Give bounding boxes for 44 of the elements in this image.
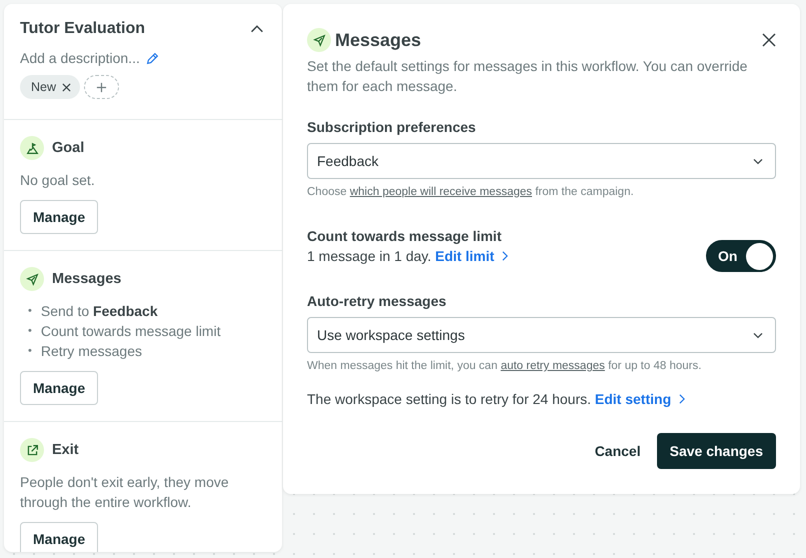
limit-toggle[interactable]: On — [706, 240, 776, 272]
section-title: Goal — [52, 140, 84, 156]
hint-link[interactable]: which people will receive messages — [350, 186, 532, 198]
edit-setting-link[interactable]: Edit setting — [594, 389, 690, 409]
panel-title: Messages — [335, 30, 422, 50]
workflow-title: Tutor Evaluation — [20, 20, 146, 38]
section-text: No goal set. — [20, 171, 96, 190]
tag-label: New — [31, 80, 56, 94]
manage-button[interactable]: Manage — [20, 200, 98, 234]
plus-icon — [96, 82, 108, 92]
description-placeholder[interactable]: Add a description... — [20, 50, 140, 66]
section-text: People don't exit early, they move through the entire workflow. — [20, 473, 230, 512]
close-icon — [762, 33, 776, 47]
bullet-item: Count towards message limit — [40, 322, 221, 341]
mountain-flag-icon — [26, 142, 38, 154]
manage-button[interactable]: Manage — [20, 371, 98, 405]
hint-text: Choose which people will receive messages from the campaign. — [307, 186, 635, 198]
panel-description: Set the default settings for messages in this workflow. You can override them for each message. — [307, 57, 748, 96]
limit-text: 1 message in 1 day. — [307, 248, 432, 264]
bullet-item: Send to Feedback — [40, 302, 158, 321]
hint-text: When messages hit the limit, you can auto retry messages for up to 48 hours. — [307, 360, 702, 372]
field-label: Count towards message limit — [307, 228, 502, 244]
field-label: Auto-retry messages — [307, 293, 448, 309]
bullet-marker: • — [28, 304, 32, 319]
paper-plane-icon — [312, 34, 326, 46]
pencil-icon[interactable] — [146, 52, 159, 64]
close-icon[interactable] — [62, 82, 72, 92]
bullet-marker: • — [28, 324, 32, 339]
manage-button[interactable]: Manage — [20, 522, 98, 552]
section-title: Messages — [52, 271, 122, 287]
bullet-item: Retry messages — [40, 342, 142, 361]
subscription-select[interactable]: Feedback — [307, 143, 776, 179]
close-button[interactable] — [762, 33, 776, 47]
cancel-button[interactable]: Cancel — [594, 435, 641, 467]
hint-link[interactable]: auto retry messages — [500, 360, 605, 372]
external-link-icon — [26, 444, 38, 456]
save-button[interactable]: Save changes — [656, 433, 776, 469]
field-label: Subscription preferences — [307, 119, 477, 135]
section-title: Exit — [52, 442, 79, 458]
edit-limit-link[interactable]: Edit limit — [435, 246, 512, 266]
retry-note: The workspace setting is to retry for 24 hours. — [307, 391, 592, 407]
paper-plane-icon — [26, 272, 38, 286]
bullet-marker: • — [28, 344, 32, 359]
retry-select[interactable]: Use workspace settings — [307, 317, 776, 353]
